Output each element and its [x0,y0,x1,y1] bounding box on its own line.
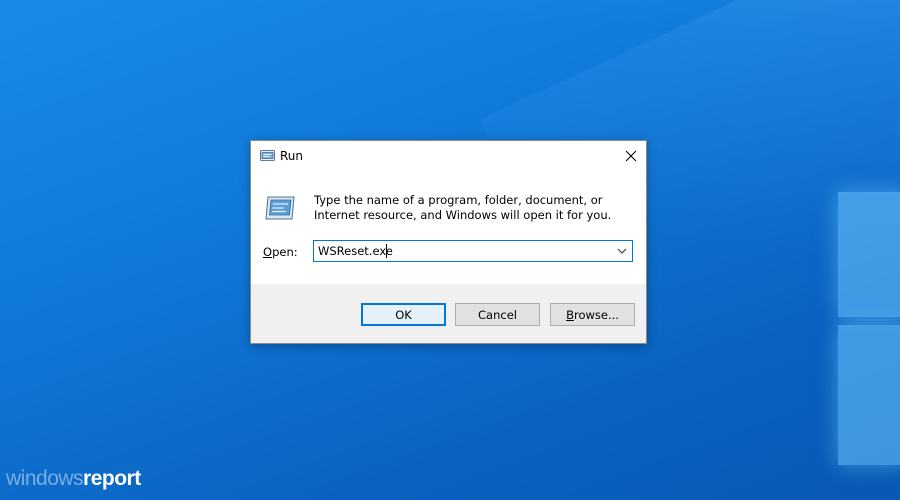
cancel-button[interactable]: Cancel [455,303,540,326]
text-caret [386,244,387,258]
button-bar: OK Cancel Browse... [251,284,646,343]
windows-logo-pane [838,192,900,317]
open-combobox[interactable]: WSReset.exe [313,240,633,262]
description-text: Type the name of a program, folder, docu… [314,193,612,222]
dialog-title: Run [280,149,304,163]
browse-button[interactable]: Browse... [550,303,635,326]
open-label: Open: [263,245,298,259]
watermark: windowsreport [6,467,141,491]
dialog-body: Type the name of a program, folder, docu… [251,171,646,284]
title-bar[interactable]: Run [251,141,646,171]
watermark-light: windows [6,467,84,490]
chevron-down-icon[interactable] [617,247,627,255]
run-icon [265,196,295,220]
open-label-accel: O [263,245,273,259]
browse-rest: rowse... [573,307,619,322]
ok-button[interactable]: OK [361,303,446,326]
run-dialog: Run Type the name of a program, folder, … [250,140,647,344]
open-input[interactable]: WSReset.exe [318,244,393,258]
browse-accel: B [566,307,574,322]
open-label-rest: pen: [272,245,298,259]
close-button[interactable] [616,141,646,171]
windows-logo-pane [838,325,900,465]
desktop-background: windowsreport Run Type the name of a pro… [0,0,900,500]
close-icon [625,150,637,162]
watermark-strong: report [83,467,141,490]
run-icon [260,150,275,161]
